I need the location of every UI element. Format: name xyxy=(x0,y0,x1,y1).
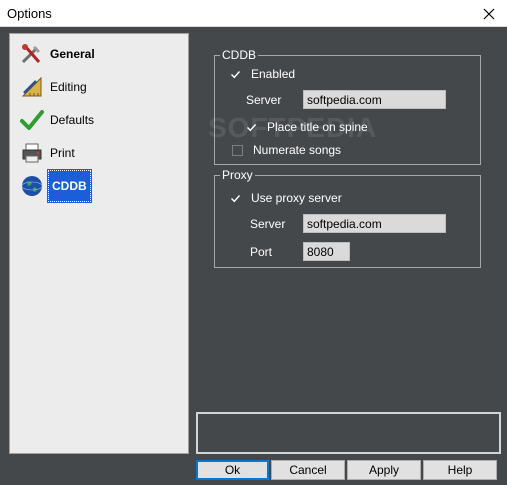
title-bar: Options xyxy=(0,0,507,27)
proxy-server-label: Server xyxy=(250,217,286,231)
help-button[interactable]: Help xyxy=(423,460,497,480)
checkmark-icon xyxy=(230,69,241,80)
ruler-pencil-icon xyxy=(19,74,45,100)
nav-item-general[interactable]: General xyxy=(19,39,97,69)
nav-item-defaults[interactable]: Defaults xyxy=(19,105,96,135)
proxy-group: Proxy Use proxy server Server softpedia.… xyxy=(214,168,481,268)
nav-item-label: CDDB xyxy=(47,169,92,203)
nav-item-cddb[interactable]: CDDB xyxy=(19,169,92,203)
close-button[interactable] xyxy=(471,0,507,27)
proxy-server-field[interactable]: softpedia.com xyxy=(303,214,446,233)
ok-button[interactable]: Ok xyxy=(196,460,269,480)
printer-icon xyxy=(19,140,45,166)
numerate-checkbox[interactable]: Numerate songs xyxy=(232,143,341,157)
proxy-legend: Proxy xyxy=(220,168,255,182)
checkbox-box xyxy=(232,144,243,156)
globe-icon xyxy=(19,173,45,199)
nav-item-label: General xyxy=(50,47,95,61)
tools-icon xyxy=(19,41,45,67)
watermark: SOFTPEDIA xyxy=(208,112,378,143)
enabled-label: Enabled xyxy=(251,67,296,81)
nav-item-label: Defaults xyxy=(50,113,95,127)
close-icon xyxy=(483,8,495,19)
proxy-port-label: Port xyxy=(250,245,273,259)
proxy-port-field[interactable]: 8080 xyxy=(303,242,350,261)
nav-item-label: Print xyxy=(50,146,75,160)
use-proxy-checkbox[interactable]: Use proxy server xyxy=(230,191,342,205)
checkmark-icon xyxy=(230,193,241,204)
cddb-group: CDDB Enabled Server softpedia.com Place … xyxy=(214,48,481,165)
cddb-legend: CDDB xyxy=(220,48,259,62)
nav-item-editing[interactable]: Editing xyxy=(19,72,89,102)
cddb-server-field[interactable]: softpedia.com xyxy=(303,90,446,109)
nav-item-print[interactable]: Print xyxy=(19,138,77,168)
checkmark-icon xyxy=(19,107,45,133)
window-title: Options xyxy=(7,6,52,21)
message-area xyxy=(196,412,501,454)
cancel-button[interactable]: Cancel xyxy=(271,460,345,480)
use-proxy-label: Use proxy server xyxy=(251,191,342,205)
nav-item-label: Editing xyxy=(50,80,87,94)
options-nav: General Editing Defaults Print CDDB xyxy=(9,33,189,454)
apply-button[interactable]: Apply xyxy=(347,460,421,480)
enabled-checkbox[interactable]: Enabled xyxy=(230,67,295,81)
numerate-label: Numerate songs xyxy=(253,143,342,157)
cddb-server-label: Server xyxy=(246,93,282,107)
